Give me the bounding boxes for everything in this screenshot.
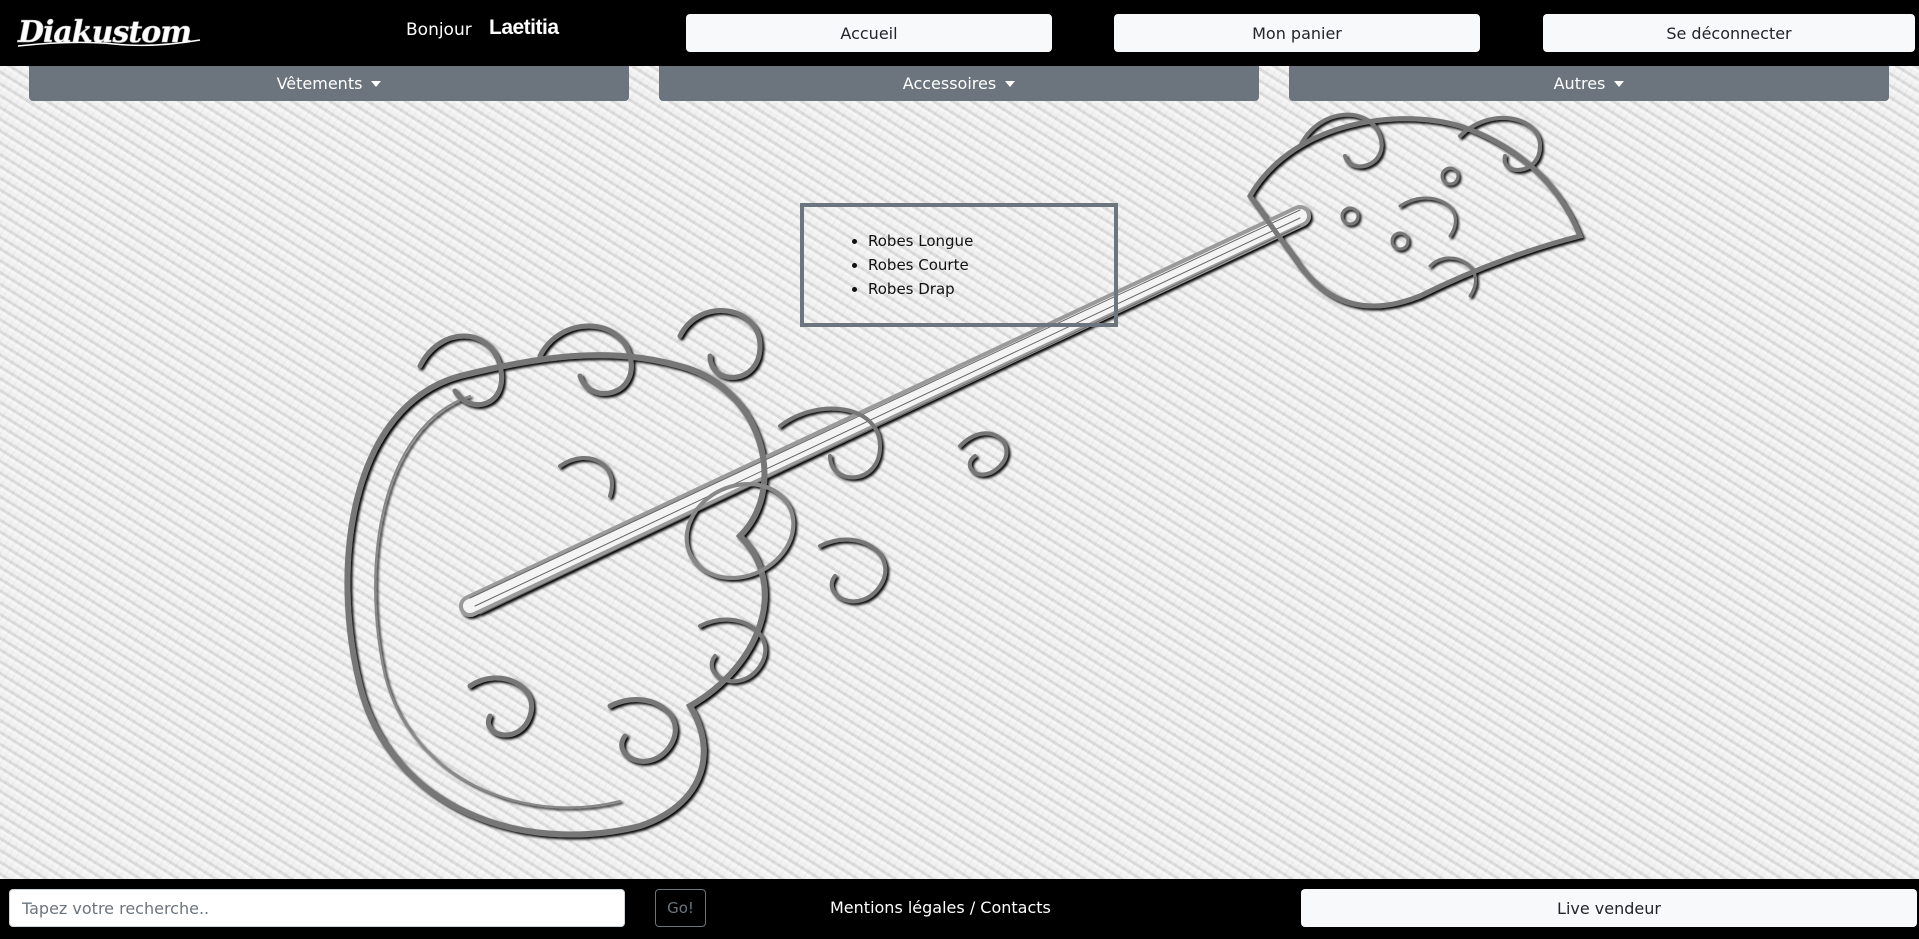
category-dropdown-menu: Robes Longue Robes Courte Robes Drap bbox=[800, 203, 1118, 327]
dropdown-item-robes-courte[interactable]: Robes Courte bbox=[868, 253, 973, 277]
top-navbar: Diakustom Bonjour Laetitia Accueil Mon p… bbox=[0, 0, 1919, 66]
category-label: Autres bbox=[1553, 74, 1606, 93]
legal-contacts-link[interactable]: Mentions légales / Contacts bbox=[830, 898, 1051, 917]
caret-down-icon bbox=[1614, 80, 1625, 87]
main-content: Robes Longue Robes Courte Robes Drap bbox=[0, 66, 1919, 879]
dropdown-list: Robes Longue Robes Courte Robes Drap bbox=[868, 229, 973, 301]
search-go-button[interactable]: Go! bbox=[655, 889, 706, 927]
search-input[interactable] bbox=[9, 889, 625, 927]
guitar-background-image bbox=[344, 112, 1584, 838]
category-label: Vêtements bbox=[276, 74, 363, 93]
dropdown-item-robes-drap[interactable]: Robes Drap bbox=[868, 277, 973, 301]
username-text: Laetitia bbox=[489, 16, 559, 39]
category-dropdown-accessoires[interactable]: Accessoires bbox=[659, 66, 1259, 101]
greeting-text: Bonjour bbox=[406, 20, 472, 40]
category-dropdown-autres[interactable]: Autres bbox=[1289, 66, 1889, 101]
logout-button[interactable]: Se déconnecter bbox=[1543, 14, 1915, 52]
caret-down-icon bbox=[371, 80, 382, 87]
category-label: Accessoires bbox=[902, 74, 997, 93]
category-dropdown-vetements[interactable]: Vêtements bbox=[29, 66, 629, 101]
live-seller-button[interactable]: Live vendeur bbox=[1301, 889, 1917, 927]
caret-down-icon bbox=[1005, 80, 1016, 87]
footer-bar: Go! Mentions légales / Contacts Live ven… bbox=[0, 879, 1919, 939]
home-button[interactable]: Accueil bbox=[686, 14, 1052, 52]
site-logo[interactable]: Diakustom bbox=[14, 10, 204, 54]
dropdown-item-robes-longue[interactable]: Robes Longue bbox=[868, 229, 973, 253]
cart-button[interactable]: Mon panier bbox=[1114, 14, 1480, 52]
